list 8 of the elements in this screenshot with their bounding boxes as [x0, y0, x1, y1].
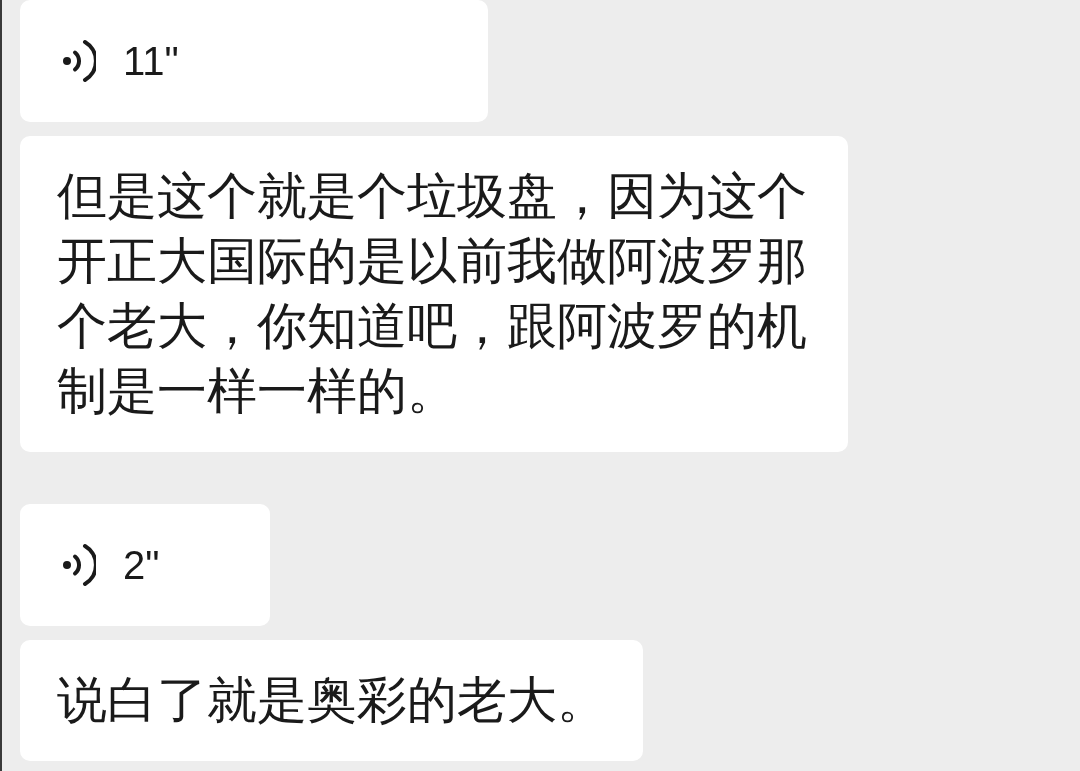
message-text: 说白了就是奥彩的老大。 [57, 670, 607, 731]
message-text: 但是这个就是个垃圾盘，因为这个开正大国际的是以前我做阿波罗那个老大，你知道吧，跟阿波罗的机制是一样一样的。 [57, 166, 808, 422]
voice-message-bubble[interactable]: 2" [20, 504, 270, 626]
sound-wave-icon [62, 543, 96, 587]
voice-duration: 2" [123, 542, 160, 588]
voice-message-bubble[interactable]: 11" [20, 0, 488, 122]
sound-wave-icon [62, 39, 96, 83]
voice-duration: 11" [123, 38, 179, 84]
